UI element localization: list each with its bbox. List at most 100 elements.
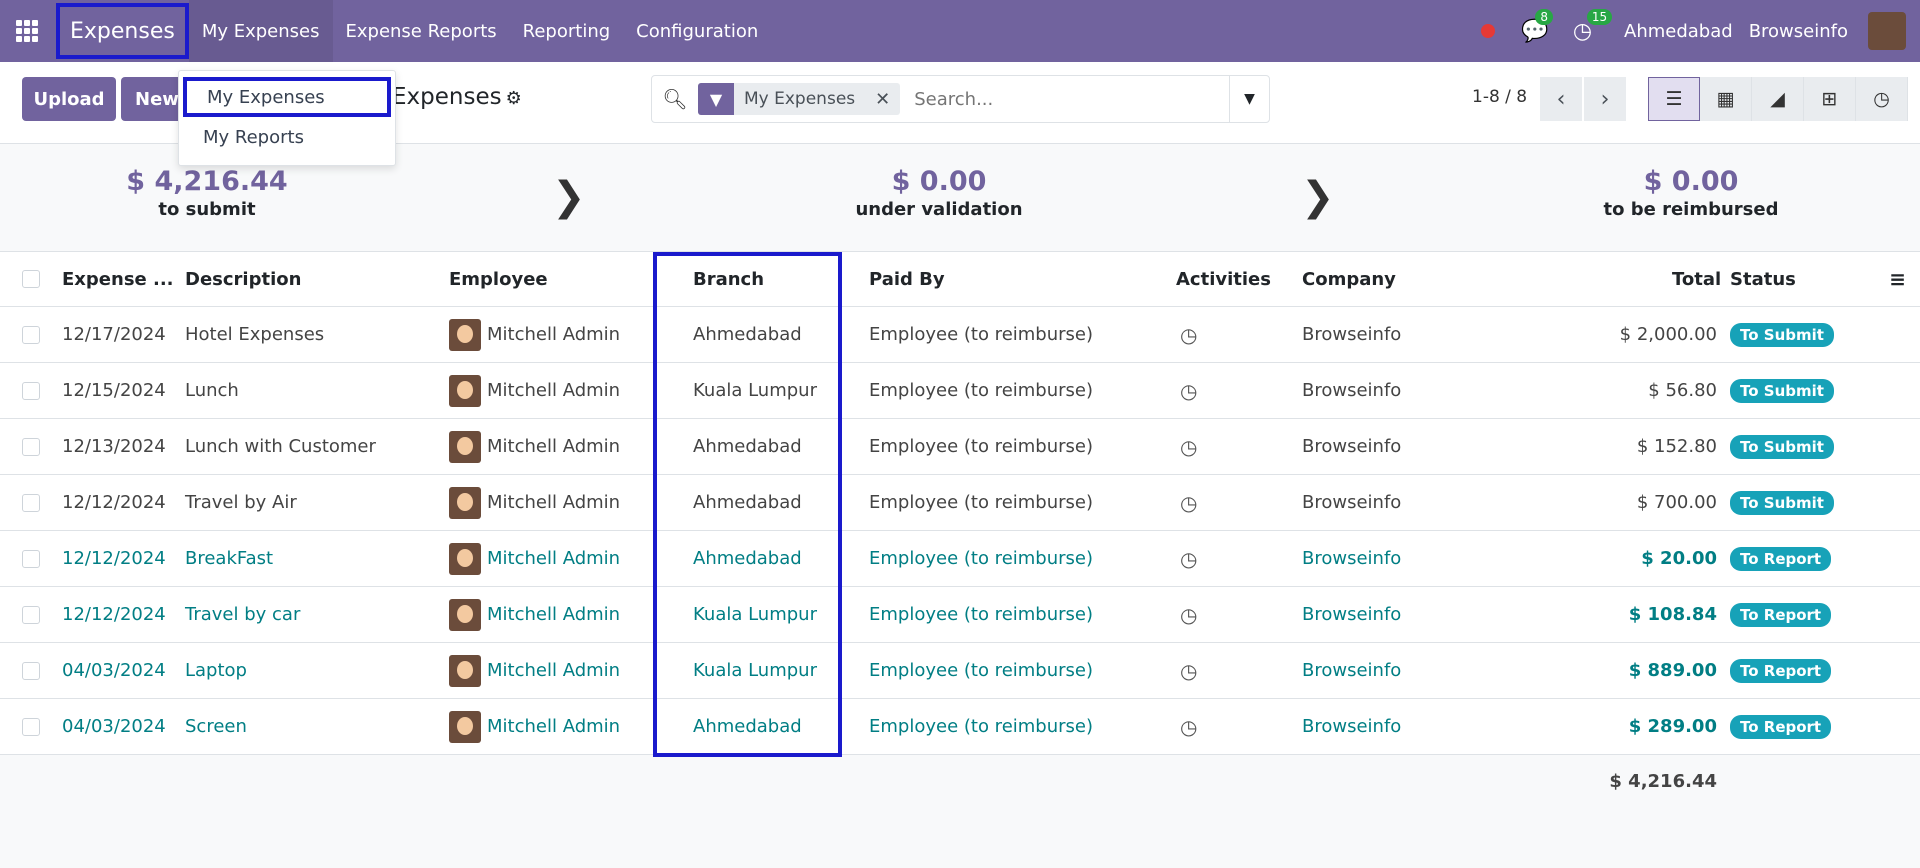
table-row[interactable]: 12/13/2024 Lunch with Customer Mitchell … (0, 419, 1920, 475)
upload-button[interactable]: Upload (22, 77, 116, 121)
apps-menu-icon[interactable] (0, 0, 54, 62)
clock-icon[interactable]: ◷ (1180, 531, 1197, 586)
page-title: Expenses ⚙ (392, 84, 522, 110)
header-company[interactable]: Company (1302, 252, 1396, 306)
app-name[interactable]: Expenses (56, 3, 189, 59)
list-view-icon[interactable]: ☰ (1648, 77, 1700, 121)
user-avatar[interactable] (1868, 12, 1906, 50)
facet-label: My Expenses (744, 89, 856, 109)
row-checkbox[interactable] (22, 419, 40, 474)
table-footer: $ 4,216.44 (0, 755, 1920, 807)
clock-icon[interactable]: ◷ (1180, 587, 1197, 642)
cell-paid-by: Employee (to reimburse) (869, 324, 1094, 345)
row-checkbox[interactable] (22, 699, 40, 754)
cell-total: $ 289.00 (1628, 716, 1717, 737)
graph-view-icon[interactable]: ◢ (1752, 77, 1804, 121)
expense-table: Expense ... Description Employee Branch … (0, 252, 1920, 807)
header-activities[interactable]: Activities (1176, 252, 1271, 306)
search-input[interactable] (914, 88, 1215, 110)
chevron-down-icon[interactable]: ▼ (1229, 76, 1269, 122)
cell-paid-by: Employee (to reimburse) (869, 492, 1094, 513)
cell-total: $ 700.00 (1636, 492, 1717, 513)
summary-label: under validation (855, 199, 1023, 220)
search-icon[interactable]: 🔍︎ (652, 87, 698, 111)
dropdown-item-my-expenses[interactable]: My Expenses (183, 77, 391, 117)
chevron-right-icon: ❯ (1301, 174, 1335, 220)
table-row[interactable]: 12/12/2024 Travel by car Mitchell Admin … (0, 587, 1920, 643)
avatar (449, 318, 481, 351)
cell-total: $ 20.00 (1641, 548, 1717, 569)
clock-icon[interactable]: ◷ (1180, 419, 1197, 474)
row-checkbox[interactable] (22, 307, 40, 362)
filter-icon: ▼ (698, 83, 734, 115)
clock-icon[interactable]: ◷ (1180, 699, 1197, 754)
row-checkbox[interactable] (22, 587, 40, 642)
pager-value[interactable]: 1-8 / 8 (1472, 87, 1527, 107)
status-badge: To Report (1730, 699, 1832, 754)
dropdown-item-my-reports[interactable]: My Reports (183, 117, 391, 157)
activity-view-icon[interactable]: ◷ (1856, 77, 1908, 121)
cell-total: $ 889.00 (1628, 660, 1717, 681)
cell-paid-by: Employee (to reimburse) (869, 660, 1094, 681)
header-status[interactable]: Status (1730, 252, 1796, 306)
company-switcher[interactable]: Browseinfo (1749, 21, 1848, 42)
kanban-view-icon[interactable]: ▦ (1700, 77, 1752, 121)
summary-to-submit[interactable]: $ 4,216.44 to submit (77, 166, 337, 220)
messages-icon[interactable]: 💬 8 (1521, 8, 1554, 44)
select-all-checkbox[interactable] (22, 252, 40, 306)
summary-under-validation[interactable]: $ 0.00 under validation (809, 166, 1069, 220)
cell-branch: Kuala Lumpur (693, 380, 817, 401)
cell-date: 12/12/2024 (62, 548, 166, 569)
column-settings-icon[interactable]: ≡ (1889, 252, 1906, 306)
top-navbar: Expenses My Expenses Expense Reports Rep… (0, 0, 1920, 62)
row-checkbox[interactable] (22, 643, 40, 698)
branch-switcher[interactable]: Ahmedabad (1624, 21, 1733, 42)
menu-configuration[interactable]: Configuration (623, 0, 771, 62)
status-badge-text: To Submit (1730, 378, 1834, 403)
table-row[interactable]: 12/17/2024 Hotel Expenses Mitchell Admin… (0, 307, 1920, 363)
menu-reporting[interactable]: Reporting (510, 0, 624, 62)
summary-amount: $ 0.00 (891, 166, 987, 197)
clock-icon[interactable]: ◷ (1180, 475, 1197, 530)
cell-total: $ 152.80 (1636, 436, 1717, 457)
summary-to-be-reimbursed[interactable]: $ 0.00 to be reimbursed (1561, 166, 1821, 220)
my-expenses-dropdown: My Expenses My Reports (178, 70, 396, 166)
header-branch[interactable]: Branch (693, 252, 764, 306)
clock-icon[interactable]: ◷ (1180, 643, 1197, 698)
table-row[interactable]: 12/15/2024 Lunch Mitchell Admin Kuala Lu… (0, 363, 1920, 419)
cell-employee: Mitchell Admin (449, 475, 620, 530)
pager-next-icon[interactable]: › (1584, 77, 1626, 121)
pivot-view-icon[interactable]: ⊞ (1804, 77, 1856, 121)
cell-employee: Mitchell Admin (449, 643, 620, 698)
pager-previous-icon[interactable]: ‹ (1540, 77, 1582, 121)
row-checkbox[interactable] (22, 363, 40, 418)
avatar (449, 598, 481, 631)
new-button[interactable]: New (121, 77, 185, 121)
clock-icon[interactable]: ◷ (1180, 363, 1197, 418)
gear-icon[interactable]: ⚙ (506, 88, 522, 109)
status-badge: To Submit (1730, 363, 1834, 418)
cell-branch: Ahmedabad (693, 716, 802, 737)
cell-company: Browseinfo (1302, 492, 1402, 513)
header-paid-by[interactable]: Paid By (869, 252, 945, 306)
header-date[interactable]: Expense ... (62, 252, 174, 306)
cell-date: 04/03/2024 (62, 660, 166, 681)
header-employee[interactable]: Employee (449, 252, 548, 306)
menu-expense-reports[interactable]: Expense Reports (333, 0, 510, 62)
menu-my-expenses[interactable]: My Expenses (188, 0, 333, 62)
table-row[interactable]: 04/03/2024 Laptop Mitchell Admin Kuala L… (0, 643, 1920, 699)
table-row[interactable]: 12/12/2024 BreakFast Mitchell Admin Ahme… (0, 531, 1920, 587)
table-row[interactable]: 12/12/2024 Travel by Air Mitchell Admin … (0, 475, 1920, 531)
clock-icon[interactable]: ◷ (1180, 307, 1197, 362)
header-total[interactable]: Total (1672, 252, 1721, 306)
status-badge-text: To Submit (1730, 322, 1834, 347)
table-row[interactable]: 04/03/2024 Screen Mitchell Admin Ahmedab… (0, 699, 1920, 755)
record-indicator-icon[interactable] (1481, 24, 1496, 38)
header-description[interactable]: Description (185, 252, 301, 306)
close-icon[interactable]: ✕ (865, 89, 900, 110)
row-checkbox[interactable] (22, 531, 40, 586)
row-checkbox[interactable] (22, 475, 40, 530)
cell-date: 04/03/2024 (62, 716, 166, 737)
activities-icon[interactable]: ◷ 15 (1573, 8, 1613, 44)
cell-branch: Kuala Lumpur (693, 604, 817, 625)
